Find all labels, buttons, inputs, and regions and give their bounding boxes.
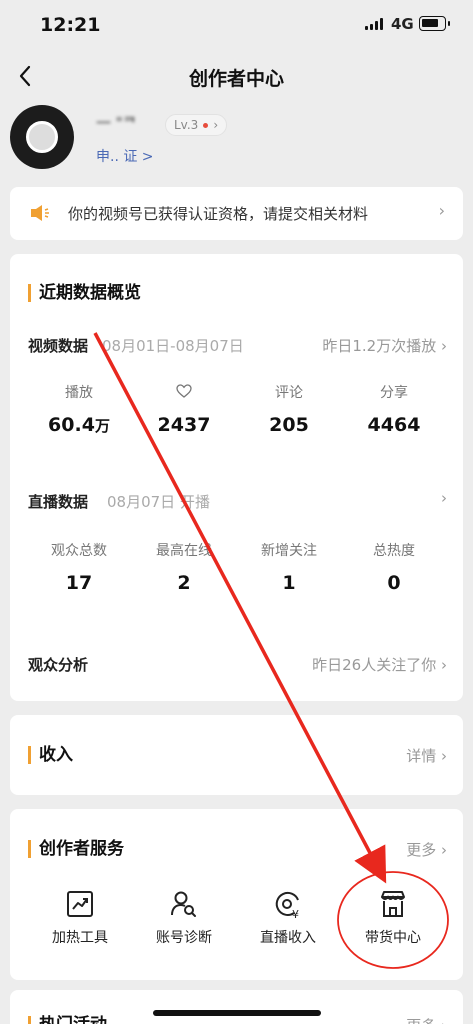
level-badge[interactable]: Lv.3 ›	[165, 114, 228, 136]
battery-icon	[419, 16, 450, 31]
live-data-label[interactable]: 直播数据	[28, 491, 88, 512]
service-boost-tool[interactable]: 加热工具	[30, 889, 130, 947]
svg-text:¥: ¥	[292, 908, 299, 919]
activity-more-link[interactable]: 更多 ›	[406, 1015, 447, 1024]
audience-analysis-label[interactable]: 观众分析	[28, 654, 88, 675]
services-more-link[interactable]: 更多 ›	[406, 839, 447, 860]
income-card[interactable]: 收入 详情 ›	[10, 715, 463, 795]
notice-text: 你的视频号已获得认证资格，请提交相关材料	[68, 205, 369, 223]
service-live-income[interactable]: ¥ 直播收入	[238, 889, 338, 947]
verify-link[interactable]: 申.. 证 >	[96, 146, 154, 166]
status-time: 12:21	[40, 14, 101, 36]
stat-peak-online: 最高在线 2	[156, 543, 212, 594]
page-title: 创作者中心	[188, 68, 284, 90]
stat-plays: 播放 60.4万	[48, 385, 110, 436]
stat-total-heat: 总热度 0	[373, 543, 415, 594]
username: 一 "ᄏ	[96, 114, 137, 132]
level-label: Lv.3	[174, 118, 199, 132]
audience-summary-link[interactable]: 昨日26人关注了你 ›	[312, 654, 447, 675]
yen-circle-icon: ¥	[275, 891, 299, 919]
nav-bar: 创作者中心	[0, 52, 473, 100]
service-commerce-center[interactable]: 带货中心	[343, 889, 443, 947]
video-date-range: 08月01日-08月07日	[102, 337, 244, 355]
services-title: 创作者服务	[28, 840, 124, 858]
verification-notice[interactable]: 你的视频号已获得认证资格，请提交相关材料 ›	[10, 187, 463, 240]
chevron-right-icon: ›	[213, 118, 219, 132]
speaker-icon	[31, 205, 49, 221]
profile-header[interactable]: 一 "ᄏ Lv.3 › 申.. 证 >	[0, 100, 473, 180]
home-indicator[interactable]	[153, 1010, 321, 1016]
trend-chart-icon	[67, 891, 93, 917]
avatar[interactable]	[10, 105, 74, 169]
activity-title: 热门活动	[28, 1016, 107, 1024]
income-detail-link[interactable]: 详情 ›	[406, 745, 447, 766]
stat-shares: 分享 4464	[367, 385, 421, 436]
overview-title: 近期数据概览	[28, 284, 141, 302]
hot-activity-card[interactable]: 热门活动 更多 ›	[10, 990, 463, 1024]
network-type: 4G	[391, 15, 414, 33]
live-date: 08月07日 开播	[107, 493, 210, 511]
video-summary: 昨日1.2万次播放	[322, 337, 437, 355]
storefront-icon	[381, 891, 405, 917]
audience-summary: 昨日26人关注了你	[312, 656, 437, 674]
video-summary-link[interactable]: 昨日1.2万次播放 ›	[322, 335, 447, 356]
stat-new-followers: 新增关注 1	[261, 543, 317, 594]
data-overview-card: 近期数据概览 视频数据 08月01日-08月07日 昨日1.2万次播放 › 播放…	[10, 254, 463, 701]
user-search-icon	[171, 891, 196, 917]
stat-likes: 2437	[129, 384, 239, 436]
stat-total-viewers: 观众总数 17	[51, 543, 107, 594]
status-bar: 12:21 4G	[0, 0, 473, 50]
service-account-diagnosis[interactable]: 账号诊断	[134, 889, 234, 947]
income-title: 收入	[28, 746, 73, 764]
chevron-right-icon[interactable]: ›	[441, 489, 447, 507]
red-dot-icon	[203, 122, 209, 128]
stat-comments: 评论 205	[269, 385, 309, 436]
video-data-label[interactable]: 视频数据	[28, 335, 88, 356]
signal-icon	[365, 18, 385, 30]
chevron-right-icon: ›	[438, 201, 445, 220]
heart-icon	[176, 384, 192, 398]
creator-services-card: 创作者服务 更多 › 加热工具 账号诊断 ¥ 直播收入 带货中心	[10, 809, 463, 980]
